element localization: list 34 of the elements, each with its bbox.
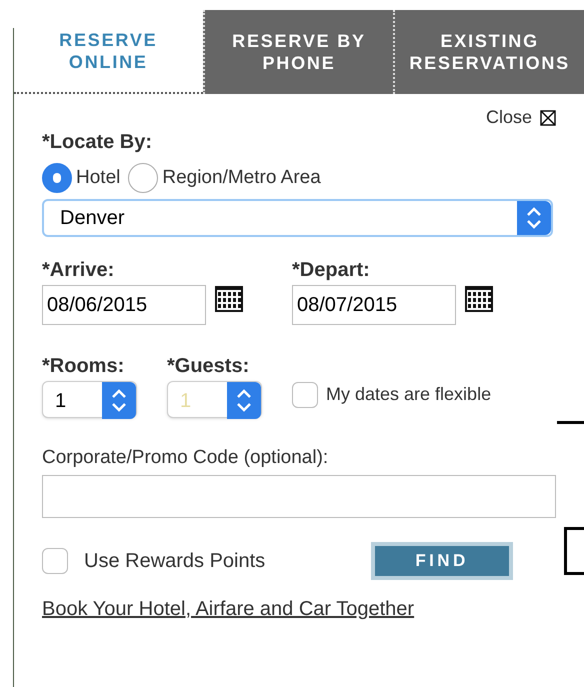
updown-icon xyxy=(227,382,261,419)
checkbox-label: Use Rewards Points xyxy=(84,548,266,574)
checkbox-label: My dates are flexible xyxy=(326,383,492,406)
radio-button[interactable] xyxy=(128,163,158,193)
field-label: *Rooms: xyxy=(42,354,126,379)
find-button[interactable]: FIND xyxy=(371,542,513,580)
close-button[interactable]: Close xyxy=(486,104,556,131)
tab[interactable]: RESERVE BY PHONE xyxy=(202,10,394,94)
combo-booking-link[interactable]: Book Your Hotel, Airfare and Car Together xyxy=(42,594,556,624)
checkbox[interactable] xyxy=(42,548,68,574)
calendar-icon[interactable] xyxy=(464,285,494,313)
date-field[interactable]: 08/07/2015 xyxy=(292,285,456,325)
field-label: Corporate/Promo Code (optional): xyxy=(42,446,330,470)
radio-button[interactable] xyxy=(42,163,72,193)
field-label: *Depart: xyxy=(292,258,371,283)
updown-icon xyxy=(102,382,136,419)
field-label: *Arrive: xyxy=(42,258,116,283)
select-value: Denver xyxy=(59,206,126,231)
select-value: 1 xyxy=(54,389,68,414)
checkbox[interactable] xyxy=(292,382,318,408)
field-label: *Guests: xyxy=(167,354,250,379)
date-field[interactable]: 08/06/2015 xyxy=(42,285,206,325)
close-icon xyxy=(540,110,556,126)
select-value: 1 xyxy=(179,389,192,414)
field-label: *Locate By: xyxy=(42,130,154,155)
tab[interactable]: EXISTING RESERVATIONS xyxy=(393,10,584,94)
radio-label: Hotel xyxy=(76,166,120,190)
edge-line xyxy=(557,421,584,424)
calendar-icon[interactable] xyxy=(214,285,244,313)
updown-icon xyxy=(517,201,551,235)
radio-label: Region/Metro Area xyxy=(162,166,321,190)
promo-code-field[interactable] xyxy=(42,474,556,518)
number-select[interactable]: 1 xyxy=(42,381,137,418)
location-select[interactable]: Denver xyxy=(42,199,553,237)
